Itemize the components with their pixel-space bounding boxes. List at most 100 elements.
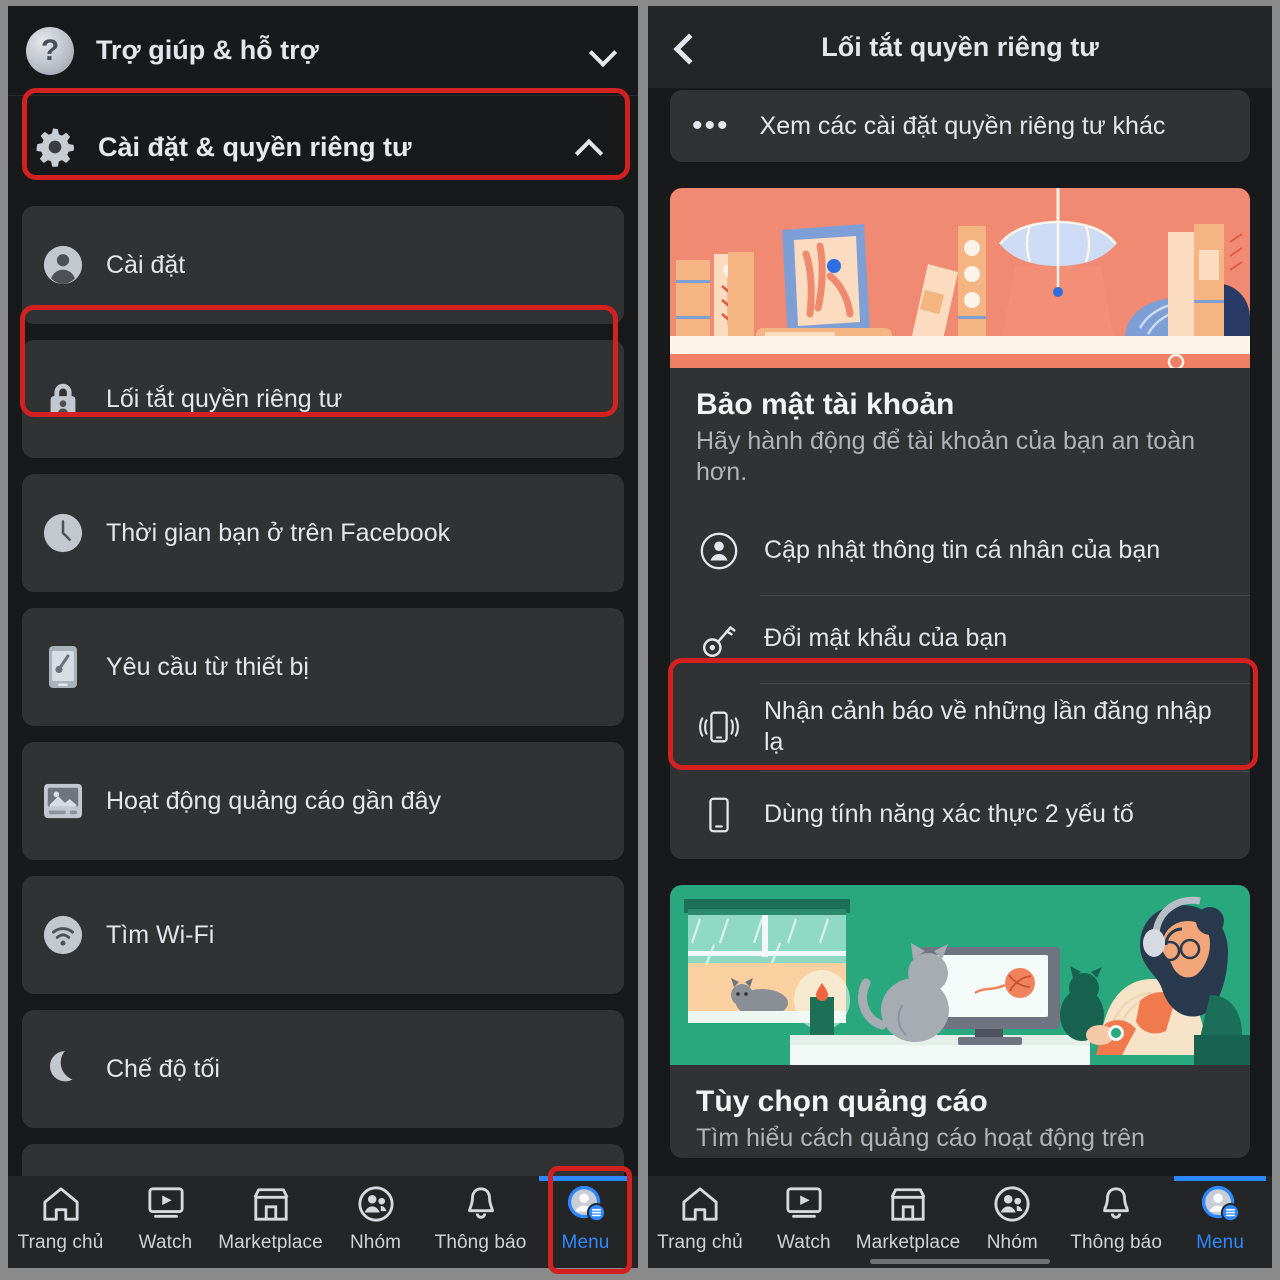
settings-and-privacy-row[interactable]: Cài đặt & quyền riêng tư [22, 104, 624, 190]
row-label: Cập nhật thông tin cá nhân của bạn [764, 536, 1161, 565]
nav-label: Watch [138, 1232, 193, 1253]
image-ad-icon [40, 778, 86, 824]
row-update-personal-info[interactable]: Cập nhật thông tin cá nhân của bạn [670, 507, 1250, 595]
storefront-icon [251, 1182, 291, 1226]
chevron-up-icon[interactable] [576, 134, 602, 160]
menu-item-device-requests[interactable]: Yêu cầu từ thiết bị [22, 608, 624, 726]
settings-submenu-list: Cài đặt Lối tắt quyền riêng tư Thời gian… [8, 206, 638, 1176]
nav-label: Menu [561, 1232, 610, 1253]
left-menu-scroll[interactable]: ? Trợ giúp & hỗ trợ Cài đặt & quyền riên… [8, 6, 638, 1176]
phone-vibrate-icon [696, 706, 742, 748]
moon-icon [40, 1046, 86, 1092]
menu-item-label: Lối tắt quyền riêng tư [106, 384, 343, 413]
nav-item-marketplace[interactable]: Marketplace [856, 1182, 961, 1268]
nav-label: Menu [1196, 1232, 1244, 1253]
nav-label: Thông báo [1070, 1232, 1163, 1253]
nav-label: Thông báo [434, 1232, 527, 1253]
clock-icon [40, 510, 86, 556]
account-security-card: Bảo mật tài khoản Hãy hành động để tài k… [670, 188, 1250, 859]
back-button[interactable] [648, 6, 718, 88]
ellipsis-icon: ••• [692, 109, 730, 142]
bottom-navigation-left: Trang chủ Watch Marketplace Nhóm Thông b… [8, 1176, 638, 1268]
person-circle-icon [40, 242, 86, 288]
nav-label: Nhóm [986, 1232, 1038, 1253]
nav-label: Marketplace [855, 1232, 961, 1253]
home-icon [41, 1182, 81, 1226]
row-login-alerts[interactable]: Nhận cảnh báo về những lần đăng nhập lạ [670, 683, 1250, 771]
video-play-icon [146, 1182, 186, 1226]
nav-item-marketplace[interactable]: Marketplace [218, 1182, 323, 1268]
menu-item-label: Cài đặt [106, 250, 186, 279]
left-phone-panel: ? Trợ giúp & hỗ trợ Cài đặt & quyền riên… [8, 6, 638, 1268]
video-play-icon [784, 1182, 824, 1226]
gear-icon [32, 124, 78, 170]
menu-item-settings[interactable]: Cài đặt [22, 206, 624, 324]
account-security-body: Bảo mật tài khoản Hãy hành động để tài k… [670, 368, 1250, 491]
ad-preferences-body: Tùy chọn quảng cáo Tìm hiểu cách quảng c… [670, 1065, 1250, 1158]
account-security-rows: Cập nhật thông tin cá nhân của bạn Đổi m… [670, 507, 1250, 859]
row-label: Đổi mật khẩu của bạn [764, 624, 1008, 653]
see-more-privacy-settings-label: Xem các cài đặt quyền riêng tư khác [759, 111, 1166, 140]
nav-label: Trang chủ [17, 1232, 104, 1253]
menu-item-recent-ad-activity[interactable]: Hoạt động quảng cáo gần đây [22, 742, 624, 860]
nav-item-watch[interactable]: Watch [113, 1182, 218, 1268]
bell-icon [1097, 1182, 1135, 1226]
groups-icon [356, 1182, 396, 1226]
person-circle-outline-icon [696, 530, 742, 572]
key-icon [696, 618, 742, 660]
page-title: Lối tắt quyền riêng tư [821, 31, 1099, 62]
menu-item-label: Hoạt động quảng cáo gần đây [106, 786, 441, 815]
privacy-shortcut-header: Lối tắt quyền riêng tư [648, 6, 1272, 88]
nav-item-menu[interactable]: Menu [1168, 1176, 1272, 1268]
nav-label: Watch [776, 1232, 831, 1253]
chevron-left-icon [671, 35, 695, 59]
gesture-indicator-bar [870, 1259, 1050, 1264]
menu-item-privacy-shortcut[interactable]: Lối tắt quyền riêng tư [22, 340, 624, 458]
card-subtitle: Tìm hiểu cách quảng cáo hoạt động trên [696, 1124, 1145, 1152]
nav-item-menu[interactable]: Menu [533, 1176, 638, 1268]
groups-icon [992, 1182, 1032, 1226]
nav-label: Marketplace [218, 1232, 323, 1253]
screenshot-stage: ? Trợ giúp & hỗ trợ Cài đặt & quyền riên… [0, 0, 1280, 1280]
card-title: Bảo mật tài khoản [696, 388, 955, 421]
row-change-password[interactable]: Đổi mật khẩu của bạn [670, 595, 1250, 683]
profile-menu-icon [565, 1182, 607, 1226]
menu-item-dark-mode[interactable]: Chế độ tối [22, 1010, 624, 1128]
ad-preferences-card: Tùy chọn quảng cáo Tìm hiểu cách quảng c… [670, 885, 1250, 1158]
help-and-support-label: Trợ giúp & hỗ trợ [96, 35, 319, 65]
mobile-phone-icon [696, 794, 742, 836]
menu-item-find-wifi[interactable]: Tìm Wi-Fi [22, 876, 624, 994]
card-subtitle: Hãy hành động để tài khoản của bạn an to… [696, 427, 1196, 486]
see-more-privacy-settings-row[interactable]: ••• Xem các cài đặt quyền riêng tư khác [670, 90, 1250, 162]
menu-item-time-on-facebook[interactable]: Thời gian bạn ở trên Facebook [22, 474, 624, 592]
woman-at-computer-with-cats-illustration [670, 885, 1250, 1065]
lock-icon [40, 376, 86, 422]
card-title: Tùy chọn quảng cáo [696, 1085, 988, 1118]
nav-item-groups[interactable]: Nhóm [960, 1182, 1064, 1268]
nav-item-home[interactable]: Trang chủ [648, 1182, 752, 1268]
bookshelf-person-reading-illustration [670, 188, 1250, 368]
nav-item-notifications[interactable]: Thông báo [428, 1182, 533, 1268]
menu-item-app-language[interactable]: Ngôn ngữ ứng dụng [22, 1144, 624, 1176]
menu-item-label: Yêu cầu từ thiết bị [106, 652, 309, 681]
chevron-down-icon[interactable] [590, 38, 616, 64]
nav-label: Trang chủ [657, 1232, 743, 1253]
row-two-factor-auth[interactable]: Dùng tính năng xác thực 2 yếu tố [670, 771, 1250, 859]
privacy-shortcut-scroll[interactable]: ••• Xem các cài đặt quyền riêng tư khác [648, 88, 1272, 1176]
profile-menu-icon [1199, 1182, 1241, 1226]
phone-key-icon [40, 644, 86, 690]
row-label: Nhận cảnh báo về những lần đăng nhập lạ [764, 696, 1212, 756]
question-mark-circle-icon: ? [26, 26, 74, 75]
menu-item-label: Chế độ tối [106, 1054, 220, 1083]
nav-item-notifications[interactable]: Thông báo [1064, 1182, 1168, 1268]
settings-and-privacy-label: Cài đặt & quyền riêng tư [98, 131, 412, 162]
nav-item-home[interactable]: Trang chủ [8, 1182, 113, 1268]
home-icon [680, 1182, 720, 1226]
nav-item-watch[interactable]: Watch [752, 1182, 856, 1268]
row-label: Dùng tính năng xác thực 2 yếu tố [764, 800, 1134, 829]
bell-icon [462, 1182, 500, 1226]
nav-label: Nhóm [349, 1232, 402, 1253]
wifi-icon [40, 912, 86, 958]
help-and-support-row[interactable]: ? Trợ giúp & hỗ trợ [8, 6, 638, 96]
nav-item-groups[interactable]: Nhóm [323, 1182, 428, 1268]
